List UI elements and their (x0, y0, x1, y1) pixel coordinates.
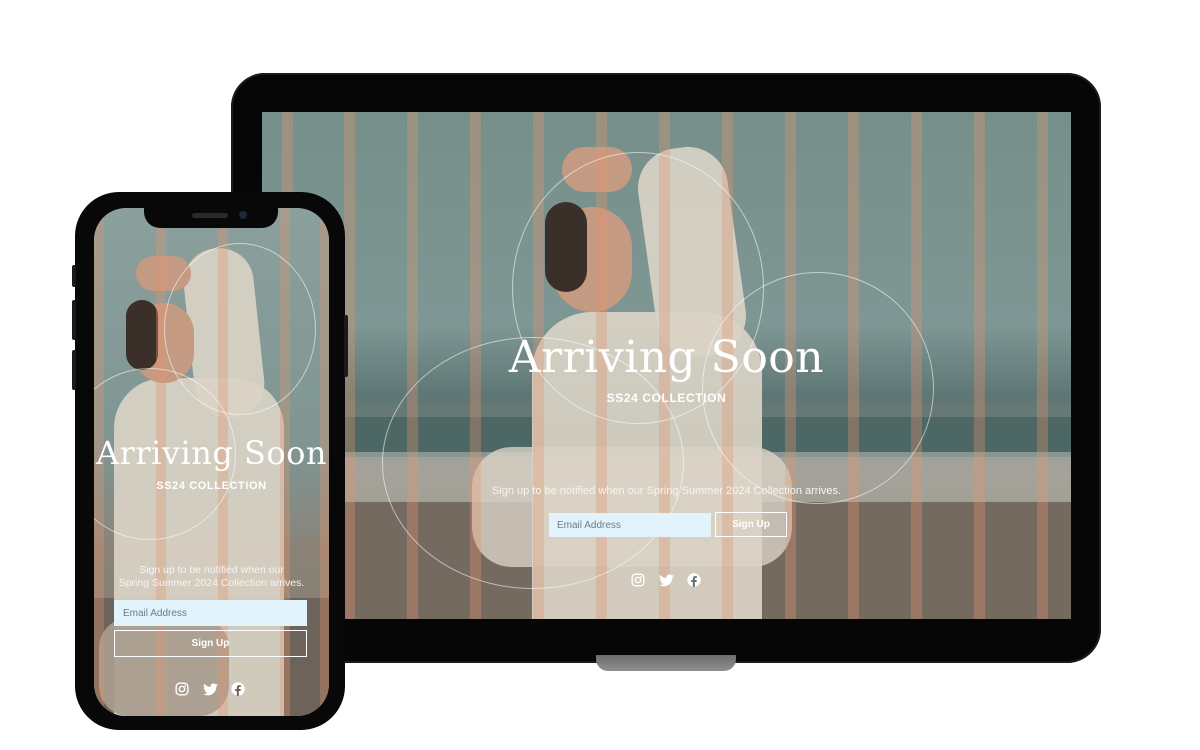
signup-description-line2: Spring Summer 2024 Collection arrives. (118, 577, 305, 589)
phone-side-button (344, 315, 348, 377)
email-input[interactable] (114, 600, 307, 626)
sign-up-button[interactable]: Sign Up (114, 630, 307, 657)
facebook-icon[interactable] (230, 681, 246, 697)
figure-hair (126, 300, 158, 370)
sign-up-button[interactable]: Sign Up (715, 512, 787, 537)
laptop-stand (596, 655, 736, 671)
email-input[interactable] (549, 513, 711, 537)
phone-screen: Arriving Soon SS24 COLLECTION Sign up to… (94, 208, 329, 716)
phone-camera (239, 211, 247, 219)
twitter-icon[interactable] (202, 681, 218, 697)
social-links (174, 681, 246, 697)
page-title: Arriving Soon (95, 434, 328, 472)
signup-description: Sign up to be notified when our Spring S… (491, 485, 842, 497)
ampersand-swirl (702, 272, 934, 504)
collection-subtitle: SS24 COLLECTION (606, 391, 727, 405)
phone-speaker (192, 213, 228, 218)
collection-subtitle: SS24 COLLECTION (156, 480, 267, 492)
phone-side-button (72, 265, 76, 287)
twitter-icon[interactable] (658, 572, 674, 588)
instagram-icon[interactable] (174, 681, 190, 697)
phone-side-button (72, 350, 76, 390)
phone-side-button (72, 300, 76, 340)
instagram-icon[interactable] (630, 572, 646, 588)
facebook-icon[interactable] (686, 572, 702, 588)
social-links (630, 572, 702, 588)
page-title: Arriving Soon (508, 332, 825, 383)
laptop-screen: Arriving Soon SS24 COLLECTION Sign up to… (262, 112, 1071, 619)
